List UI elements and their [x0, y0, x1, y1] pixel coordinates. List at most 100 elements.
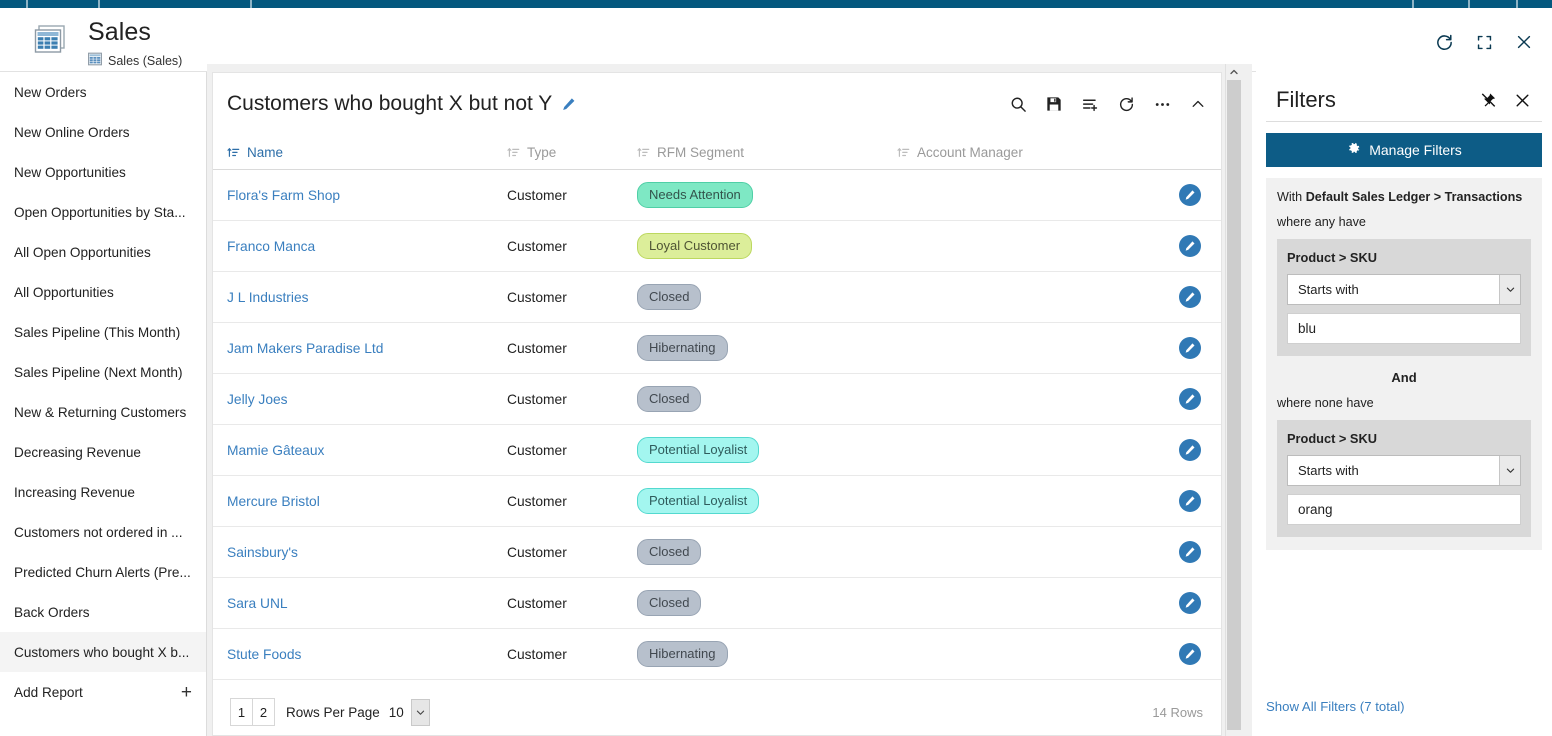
rows-per-page-dropdown[interactable] — [411, 699, 430, 726]
sidebar-item-new-online-orders[interactable]: New Online Orders — [0, 112, 206, 152]
table-row[interactable]: Franco MancaCustomerLoyal Customer — [213, 221, 1221, 272]
filter-and-label: And — [1277, 370, 1531, 385]
table-row[interactable]: Sainsbury'sCustomerClosed — [213, 527, 1221, 578]
sidebar-item-customers-not-ordered[interactable]: Customers not ordered in ... — [0, 512, 206, 552]
sidebar-item-label: Customers who bought X b... — [14, 645, 189, 660]
condition-field-label: Product > SKU — [1287, 431, 1521, 446]
sidebar-item-all-open-opportunities[interactable]: All Open Opportunities — [0, 232, 206, 272]
sort-icon — [897, 146, 910, 159]
table-row[interactable]: Stute FoodsCustomerHibernating — [213, 629, 1221, 680]
sidebar-item-sales-pipeline-next-month[interactable]: Sales Pipeline (Next Month) — [0, 352, 206, 392]
column-header-account-manager[interactable]: Account Manager — [897, 145, 1157, 160]
table-row[interactable]: Jam Makers Paradise LtdCustomerHibernati… — [213, 323, 1221, 374]
scrollbar-thumb[interactable] — [1227, 80, 1241, 730]
table-row[interactable]: Jelly JoesCustomerClosed — [213, 374, 1221, 425]
breadcrumb: Sales (Sales) — [88, 52, 182, 69]
sidebar-item-new-orders[interactable]: New Orders — [0, 72, 206, 112]
row-edit-button[interactable] — [1179, 490, 1201, 512]
cell-type: Customer — [507, 596, 637, 611]
cell-name[interactable]: Mamie Gâteaux — [227, 443, 507, 458]
sidebar-item-new-opportunities[interactable]: New Opportunities — [0, 152, 206, 192]
close-icon[interactable] — [1514, 32, 1534, 52]
sidebar-item-add-report[interactable]: Add Report + — [0, 672, 206, 712]
condition-value-input[interactable] — [1287, 494, 1521, 525]
sidebar-item-customers-who-bought-x[interactable]: Customers who bought X b... — [0, 632, 206, 672]
save-icon[interactable] — [1045, 95, 1063, 113]
table-row[interactable]: Flora's Farm ShopCustomerNeeds Attention — [213, 170, 1221, 221]
table-row[interactable]: J L IndustriesCustomerClosed — [213, 272, 1221, 323]
filter-source: Default Sales Ledger > Transactions — [1306, 190, 1523, 204]
chevron-up-icon[interactable] — [1189, 95, 1207, 113]
row-edit-button[interactable] — [1179, 286, 1201, 308]
sidebar-item-sales-pipeline-this-month[interactable]: Sales Pipeline (This Month) — [0, 312, 206, 352]
row-edit-button[interactable] — [1179, 184, 1201, 206]
sidebar-item-decreasing-revenue[interactable]: Decreasing Revenue — [0, 432, 206, 472]
cell-type: Customer — [507, 443, 637, 458]
condition-operator-select-wrap: Starts with — [1287, 455, 1521, 486]
cell-rfm-segment: Closed — [637, 539, 897, 565]
row-edit-button[interactable] — [1179, 337, 1201, 359]
condition-operator-select[interactable]: Starts with — [1287, 274, 1521, 305]
sidebar-item-label: New Online Orders — [14, 125, 130, 140]
column-header-rfm-segment[interactable]: RFM Segment — [637, 145, 897, 160]
cell-name[interactable]: Franco Manca — [227, 239, 507, 254]
row-edit-button[interactable] — [1179, 592, 1201, 614]
expand-icon[interactable] — [1474, 32, 1494, 52]
cell-name[interactable]: Mercure Bristol — [227, 494, 507, 509]
cell-name[interactable]: Sara UNL — [227, 596, 507, 611]
rows-per-page-value[interactable]: 10 — [389, 705, 404, 720]
row-edit-button[interactable] — [1179, 541, 1201, 563]
condition-operator-select[interactable]: Starts with — [1287, 455, 1521, 486]
cell-rfm-segment: Closed — [637, 284, 897, 310]
cell-name[interactable]: Sainsbury's — [227, 545, 507, 560]
chevron-down-icon[interactable] — [1499, 456, 1520, 485]
status-badge: Closed — [637, 539, 701, 565]
table-row[interactable]: Mamie GâteauxCustomerPotential Loyalist — [213, 425, 1221, 476]
sidebar-item-open-opportunities-by-stage[interactable]: Open Opportunities by Sta... — [0, 192, 206, 232]
refresh-icon[interactable] — [1117, 95, 1135, 113]
row-edit-button[interactable] — [1179, 235, 1201, 257]
column-header-type[interactable]: Type — [507, 145, 637, 160]
table-row[interactable]: Mercure BristolCustomerPotential Loyalis… — [213, 476, 1221, 527]
cell-name[interactable]: Stute Foods — [227, 647, 507, 662]
add-list-icon[interactable] — [1081, 95, 1099, 113]
cell-type: Customer — [507, 188, 637, 203]
filter-condition-1: Product > SKU Starts with — [1277, 239, 1531, 356]
condition-value-input[interactable] — [1287, 313, 1521, 344]
main-scrollbar[interactable] — [1225, 64, 1241, 736]
cell-name[interactable]: J L Industries — [227, 290, 507, 305]
unpin-icon[interactable] — [1478, 90, 1498, 110]
search-icon[interactable] — [1009, 95, 1027, 113]
breadcrumb-label: Sales (Sales) — [108, 54, 182, 68]
cell-name[interactable]: Jam Makers Paradise Ltd — [227, 341, 507, 356]
chevron-down-icon[interactable] — [1499, 275, 1520, 304]
filter-source-line: With Default Sales Ledger > Transactions — [1277, 190, 1531, 204]
sidebar-item-predicted-churn-alerts[interactable]: Predicted Churn Alerts (Pre... — [0, 552, 206, 592]
close-icon[interactable] — [1512, 90, 1532, 110]
cell-type: Customer — [507, 647, 637, 662]
pencil-icon — [1184, 240, 1196, 252]
sidebar-item-back-orders[interactable]: Back Orders — [0, 592, 206, 632]
row-edit-button[interactable] — [1179, 643, 1201, 665]
row-edit-button[interactable] — [1179, 439, 1201, 461]
scroll-up-arrow-icon[interactable] — [1226, 64, 1242, 80]
sort-ascending-icon — [227, 146, 240, 159]
manage-filters-button[interactable]: Manage Filters — [1266, 133, 1542, 167]
refresh-icon[interactable] — [1434, 32, 1454, 52]
cell-name[interactable]: Flora's Farm Shop — [227, 188, 507, 203]
sidebar-item-all-opportunities[interactable]: All Opportunities — [0, 272, 206, 312]
sidebar-item-new-returning-customers[interactable]: New & Returning Customers — [0, 392, 206, 432]
ellipsis-icon[interactable] — [1153, 95, 1171, 113]
sidebar-item-label: All Opportunities — [14, 285, 114, 300]
status-badge: Hibernating — [637, 335, 728, 361]
show-all-filters-link[interactable]: Show All Filters (7 total) — [1266, 699, 1405, 714]
page-button-2[interactable]: 2 — [252, 698, 275, 726]
sidebar-item-increasing-revenue[interactable]: Increasing Revenue — [0, 472, 206, 512]
report-title: Customers who bought X but not Y — [227, 92, 552, 116]
row-edit-button[interactable] — [1179, 388, 1201, 410]
cell-name[interactable]: Jelly Joes — [227, 392, 507, 407]
column-header-name[interactable]: Name — [227, 145, 507, 160]
pencil-icon[interactable] — [561, 97, 576, 112]
table-row[interactable]: Sara UNLCustomerClosed — [213, 578, 1221, 629]
page-button-1[interactable]: 1 — [230, 698, 253, 726]
